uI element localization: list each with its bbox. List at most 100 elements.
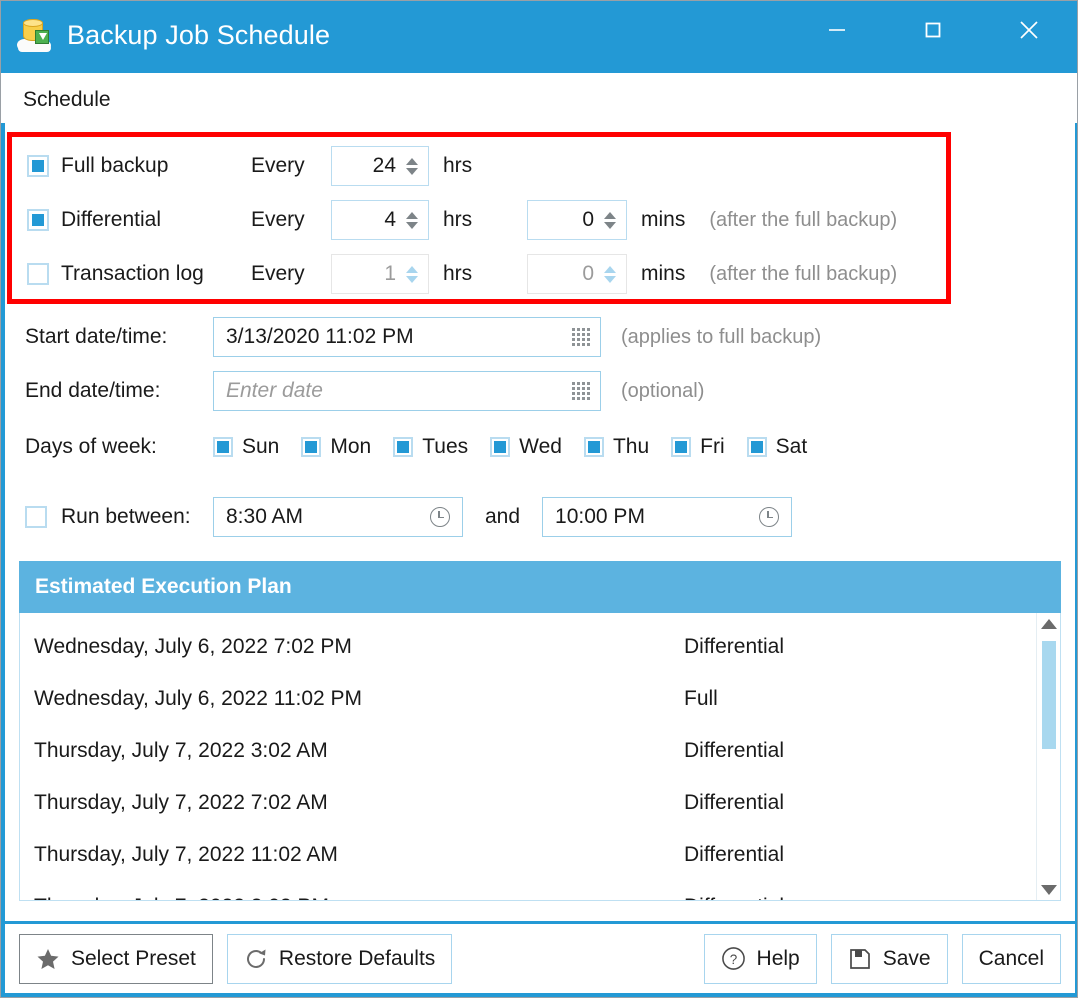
maximize-button[interactable] [885, 1, 981, 59]
calendar-icon[interactable] [572, 328, 590, 346]
differential-hours-value: 4 [384, 208, 396, 231]
stepper-up-icon [406, 265, 418, 273]
transaction-log-checkbox[interactable] [27, 263, 49, 285]
transaction-log-every-label: Every [251, 262, 305, 285]
day-checkbox-tues[interactable]: Tues [393, 435, 468, 459]
wed-label: Wed [519, 435, 562, 458]
mon-checkbox[interactable] [301, 437, 322, 457]
transaction-log-mins-unit: mins [641, 262, 686, 285]
end-datetime-input[interactable]: Enter date [213, 371, 601, 411]
table-row[interactable]: Thursday, July 7, 2022 3:02 AM Different… [20, 725, 1060, 777]
transaction-log-mins-stepper: 0 [527, 254, 627, 294]
day-checkbox-sun[interactable]: Sun [213, 435, 279, 459]
run-between-label: Run between: [61, 505, 191, 528]
table-row[interactable]: Thursday, July 7, 2022 3:02 PM Different… [20, 881, 1060, 900]
plan-row-when: Thursday, July 7, 2022 11:02 AM [34, 843, 338, 866]
tues-checkbox[interactable] [393, 437, 414, 457]
run-between-checkbox[interactable] [25, 506, 47, 528]
stepper-up-icon[interactable] [604, 211, 616, 219]
full-backup-hours-stepper[interactable]: 24 [331, 146, 429, 186]
stepper-down-icon [406, 275, 418, 283]
transaction-log-label: Transaction log [61, 262, 204, 285]
svg-text:?: ? [729, 952, 736, 967]
table-row[interactable]: Thursday, July 7, 2022 11:02 AM Differen… [20, 829, 1060, 881]
backup-row-transaction-log: Transaction log Every 1 hrs 0 mins (afte… [27, 253, 897, 295]
scroll-down-arrow-icon[interactable] [1040, 885, 1057, 895]
differential-mins-stepper[interactable]: 0 [527, 200, 627, 240]
plan-row-kind: Differential [684, 635, 784, 658]
day-checkbox-sat[interactable]: Sat [746, 435, 808, 459]
execution-plan-panel: Estimated Execution Plan Wednesday, July… [19, 561, 1061, 901]
full-backup-hours-value: 24 [372, 154, 396, 177]
run-between-row: Run between: 8:30 AM and 10:00 PM [5, 497, 793, 537]
sun-checkbox[interactable] [213, 437, 233, 457]
day-checkbox-mon[interactable]: Mon [301, 435, 371, 459]
run-between-start-time-input[interactable]: 8:30 AM [213, 497, 463, 537]
end-datetime-note: (optional) [621, 379, 705, 402]
transaction-log-hours-unit: hrs [443, 262, 473, 285]
stepper-up-icon[interactable] [406, 211, 418, 219]
help-label: Help [756, 946, 800, 970]
save-button[interactable]: Save [830, 933, 948, 984]
table-row[interactable]: Wednesday, July 6, 2022 7:02 PM Differen… [20, 621, 1060, 673]
plan-row-kind: Differential [684, 791, 784, 814]
fri-checkbox[interactable] [671, 437, 692, 457]
execution-plan-list[interactable]: Wednesday, July 6, 2022 7:02 PM Differen… [19, 613, 1061, 901]
select-preset-label: Select Preset [71, 946, 196, 970]
clock-icon[interactable] [759, 507, 780, 527]
table-row[interactable]: Thursday, July 7, 2022 7:02 AM Different… [20, 777, 1060, 829]
backup-job-schedule-window: Backup Job Schedule Schedule Retry on Fa… [0, 0, 1078, 998]
plan-row-when: Thursday, July 7, 2022 7:02 AM [34, 791, 328, 814]
tab-retry-on-failure[interactable]: Retry on Failure [133, 77, 326, 123]
run-between-and-label: and [485, 505, 521, 528]
table-row[interactable]: Wednesday, July 6, 2022 11:02 PM Full [20, 673, 1060, 725]
differential-checkbox[interactable] [27, 209, 49, 231]
star-icon [37, 948, 59, 969]
wed-checkbox[interactable] [490, 437, 511, 457]
minimize-button[interactable] [789, 1, 885, 59]
tab-schedule[interactable]: Schedule [1, 77, 133, 123]
day-checkbox-wed[interactable]: Wed [490, 435, 562, 459]
help-button[interactable]: ? Help [703, 933, 817, 984]
stepper-up-icon [604, 265, 616, 273]
run-between-end-time-input[interactable]: 10:00 PM [542, 497, 793, 537]
stepper-arrows [406, 265, 424, 283]
stepper-arrows[interactable] [604, 211, 622, 229]
minimize-icon [829, 29, 845, 31]
cancel-button[interactable]: Cancel [961, 933, 1061, 984]
stepper-down-icon[interactable] [406, 167, 418, 175]
sat-label: Sat [775, 435, 808, 458]
days-of-week-label: Days of week: [25, 435, 157, 458]
tab-schedule-label: Schedule [23, 88, 111, 111]
thu-checkbox[interactable] [583, 437, 604, 457]
fri-label: Fri [700, 435, 725, 458]
stepper-down-icon[interactable] [604, 221, 616, 229]
differential-note: (after the full backup) [709, 208, 898, 231]
stepper-arrows[interactable] [406, 211, 424, 229]
sat-checkbox[interactable] [746, 437, 767, 457]
full-backup-every-label: Every [251, 154, 305, 177]
save-label: Save [882, 946, 931, 970]
stepper-down-icon[interactable] [406, 221, 418, 229]
start-datetime-input[interactable]: 3/13/2020 11:02 PM [213, 317, 601, 357]
clock-icon[interactable] [430, 507, 450, 527]
scrollbar-thumb[interactable] [1042, 641, 1056, 749]
differential-mins-value: 0 [582, 208, 594, 231]
tues-label: Tues [422, 435, 469, 458]
stepper-arrows[interactable] [406, 157, 424, 175]
day-checkbox-fri[interactable]: Fri [671, 435, 725, 459]
scroll-up-arrow-icon[interactable] [1040, 619, 1057, 629]
sun-label: Sun [242, 435, 280, 458]
differential-hours-stepper[interactable]: 4 [331, 200, 429, 240]
backup-cloud-icon [15, 15, 55, 55]
day-checkbox-thu[interactable]: Thu [583, 435, 649, 459]
stepper-up-icon[interactable] [406, 157, 418, 165]
execution-plan-scrollbar[interactable] [1036, 613, 1060, 900]
start-datetime-label: Start date/time: [25, 325, 168, 348]
select-preset-button[interactable]: Select Preset [19, 933, 213, 984]
close-button[interactable] [981, 1, 1077, 59]
full-backup-checkbox[interactable] [27, 155, 49, 177]
calendar-icon[interactable] [572, 382, 590, 400]
restore-defaults-button[interactable]: Restore Defaults [226, 933, 453, 984]
plan-row-kind: Differential [684, 739, 784, 762]
